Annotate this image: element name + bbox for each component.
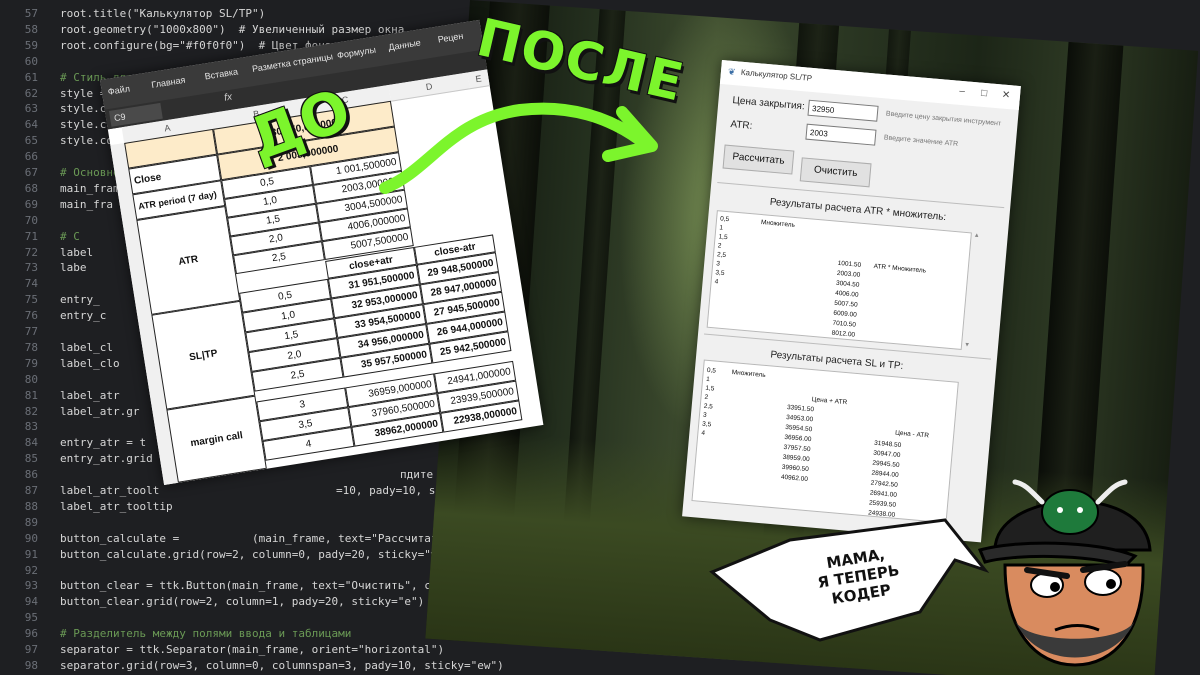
- thumbnail-canvas: 57 root.title("Калькулятор SL/TP") 58 root.…: [0, 0, 1200, 675]
- cartoon-character-illustration: [977, 479, 1152, 667]
